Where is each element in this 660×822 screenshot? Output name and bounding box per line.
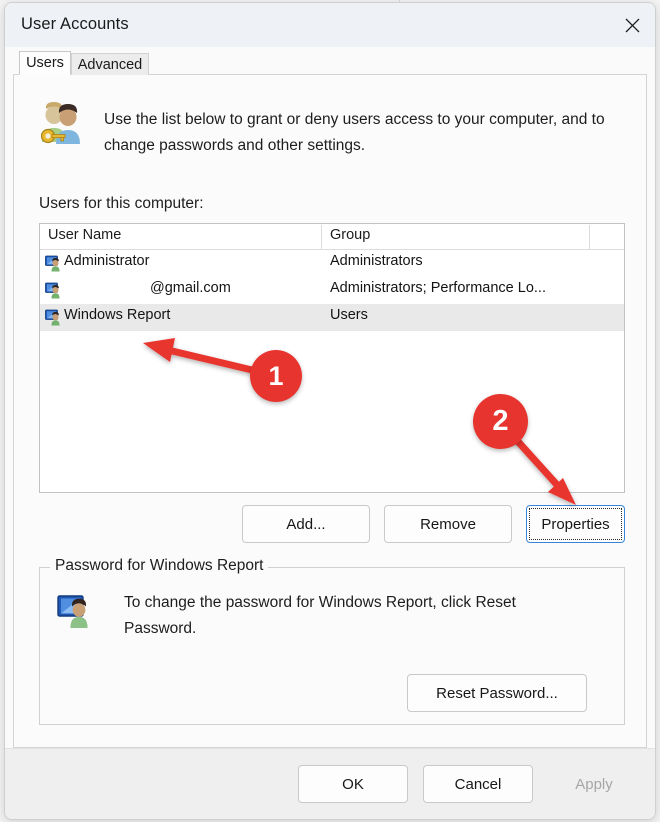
two-users-with-key-icon [36, 100, 86, 150]
column-header-user-name[interactable]: User Name [48, 227, 121, 243]
tab-strip: Advanced Users [5, 47, 655, 75]
tab-advanced-label: Advanced [78, 57, 143, 73]
cell-user-name: Windows Report [64, 307, 170, 323]
column-divider-2[interactable] [589, 225, 590, 249]
reset-password-button[interactable]: Reset Password... [407, 674, 587, 712]
remove-user-button[interactable]: Remove [384, 505, 512, 543]
apply-button: Apply [548, 765, 640, 803]
properties-button[interactable]: Properties [526, 505, 625, 543]
add-user-button[interactable]: Add... [242, 505, 370, 543]
dialog-title-bar: User Accounts [5, 3, 655, 47]
column-divider-1[interactable] [321, 225, 322, 249]
properties-button-label: Properties [541, 516, 609, 533]
users-listview[interactable]: User Name Group [39, 223, 625, 493]
password-group-box: Password for Windows Report To change th… [39, 567, 625, 725]
password-group-legend: Password for Windows Report [50, 557, 268, 575]
cell-user-name: @gmail.com [150, 280, 231, 296]
table-row[interactable]: Administrator Administrators [40, 250, 624, 277]
cell-group: Administrators; Performance Lo... [330, 280, 546, 296]
user-account-icon [45, 309, 62, 326]
password-group-description: To change the password for Windows Repor… [124, 590, 554, 642]
user-account-icon [45, 255, 62, 272]
tab-users-label: Users [26, 55, 64, 71]
user-account-icon [57, 593, 93, 629]
tab-users[interactable]: Users [19, 51, 71, 75]
table-row[interactable]: @gmail.com Administrators; Performance L… [40, 277, 624, 304]
tab-advanced[interactable]: Advanced [71, 53, 149, 75]
table-row[interactable]: Windows Report Users [40, 304, 624, 331]
user-account-icon [45, 282, 62, 299]
cell-group: Administrators [330, 253, 423, 269]
intro-description: Use the list below to grant or deny user… [104, 107, 624, 159]
column-header-group[interactable]: Group [330, 227, 370, 243]
dialog-footer: OK Cancel Apply [5, 748, 655, 819]
listview-header-row: User Name Group [40, 224, 624, 250]
close-window-button[interactable] [609, 3, 655, 47]
ok-button[interactable]: OK [298, 765, 408, 803]
cancel-button[interactable]: Cancel [423, 765, 533, 803]
listview-rows: Administrator Administrators [40, 250, 624, 331]
user-accounts-dialog: User Accounts Advanced Users [4, 2, 656, 820]
cell-group: Users [330, 307, 368, 323]
users-tab-panel: Use the list below to grant or deny user… [13, 74, 647, 748]
dialog-title: User Accounts [21, 15, 129, 34]
close-x-icon [624, 17, 641, 34]
users-list-label: Users for this computer: [39, 195, 204, 213]
cell-user-name: Administrator [64, 253, 149, 269]
